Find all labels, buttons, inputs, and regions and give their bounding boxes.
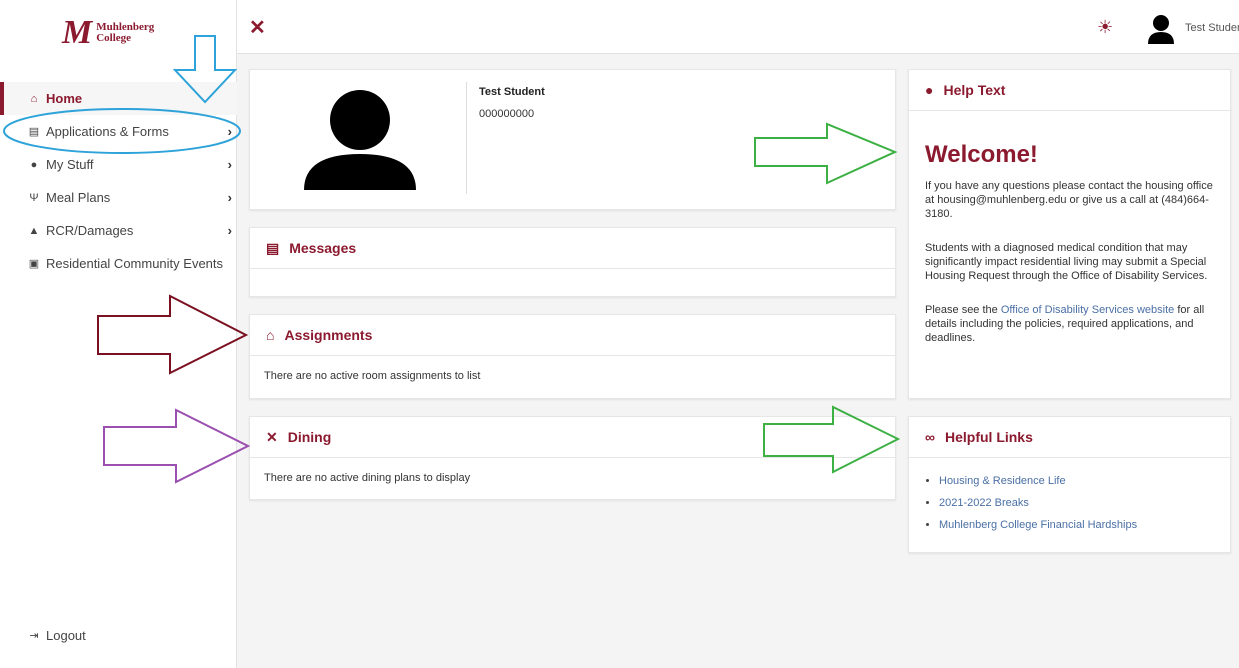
helpful-links-title: Helpful Links — [944, 429, 1033, 445]
dining-card: ✕ Dining There are no active dining plan… — [249, 416, 896, 500]
link-housing-residence-life[interactable]: Housing & Residence Life — [939, 470, 1230, 492]
help-paragraph-medical: Students with a diagnosed medical condit… — [925, 242, 1208, 282]
link-icon: ∞ — [925, 429, 935, 445]
profile-avatar — [304, 90, 416, 190]
sidebar-item-label: Meal Plans — [46, 190, 111, 205]
helpful-links-header: ∞ Helpful Links — [909, 417, 1230, 458]
logout-icon: ⇥ — [29, 630, 39, 642]
chevron-right-icon: › — [227, 124, 232, 139]
dining-title: Dining — [287, 429, 332, 445]
top-bar: ✕ ☀ Test Studer — [237, 0, 1239, 54]
messages-card: ▤ Messages — [249, 227, 896, 297]
welcome-heading: Welcome! — [925, 141, 1038, 168]
help-text-title: Help Text — [943, 82, 1006, 98]
assignments-empty-text: There are no active room assignments to … — [264, 370, 481, 382]
assignments-card: ⌂ Assignments There are no active room a… — [249, 314, 896, 399]
logo-mark: M — [62, 14, 93, 51]
sidebar-item-residential-community-events[interactable]: ▣ Residential Community Events — [0, 247, 237, 280]
user-menu-name[interactable]: Test Studer — [1185, 22, 1239, 34]
chevron-right-icon: › — [227, 190, 232, 205]
help-paragraph-contact: If you have any questions please contact… — [925, 180, 1213, 220]
link-breaks[interactable]: 2021-2022 Breaks — [939, 492, 1230, 514]
sidebar-item-label: Home — [46, 91, 83, 106]
helpful-links-list: Housing & Residence Life 2021-2022 Break… — [909, 458, 1230, 536]
college-logo[interactable]: M Muhlenberg College — [62, 14, 154, 51]
ticket-icon: ▣ — [28, 258, 40, 270]
home-icon: ⌂ — [30, 92, 38, 105]
profile-divider — [466, 82, 467, 194]
close-icon[interactable]: ✕ — [249, 15, 266, 40]
help-paragraph-disability: Please see the Office of Disability Serv… — [925, 304, 1205, 344]
chevron-right-icon: › — [227, 157, 232, 172]
profile-id: 000000000 — [479, 108, 535, 120]
utensils-icon: ✕ — [266, 428, 278, 445]
sidebar-item-rcr-damages[interactable]: ▲ RCR/Damages › — [0, 214, 237, 247]
user-icon: ● — [30, 158, 38, 171]
home-icon: ⌂ — [266, 327, 275, 343]
warning-icon: ▲ — [28, 224, 40, 237]
forms-icon: ▤ — [28, 126, 40, 138]
dining-header: ✕ Dining — [250, 417, 895, 458]
message-icon: ▤ — [266, 239, 280, 256]
logout-link[interactable]: ⇥ Logout — [27, 628, 86, 643]
info-icon: ● — [925, 82, 934, 98]
chevron-right-icon: › — [227, 223, 232, 238]
help-text-header: ● Help Text — [909, 70, 1230, 111]
logo-name-line2: College — [96, 32, 132, 44]
disability-services-link[interactable]: Office of Disability Services website — [1001, 304, 1174, 316]
utensils-icon: Ψ — [29, 191, 39, 204]
sidebar-item-meal-plans[interactable]: Ψ Meal Plans › — [0, 181, 237, 214]
sidebar-item-label: My Stuff — [46, 157, 94, 172]
sidebar-item-label: RCR/Damages — [46, 223, 134, 238]
link-financial-hardships[interactable]: Muhlenberg College Financial Hardships — [939, 514, 1230, 536]
sidebar: M Muhlenberg College ⌂ Home ▤ Applicatio… — [0, 0, 237, 668]
sidebar-item-applications-forms[interactable]: ▤ Applications & Forms › — [0, 115, 237, 148]
messages-title: Messages — [289, 240, 357, 256]
logout-label: Logout — [46, 628, 86, 643]
help-text-card: ● Help Text Welcome! If you have any que… — [908, 69, 1231, 399]
theme-toggle-icon[interactable]: ☀ — [1097, 17, 1113, 38]
assignments-header: ⌂ Assignments — [250, 315, 895, 356]
messages-header: ▤ Messages — [250, 228, 895, 269]
avatar[interactable] — [1147, 14, 1175, 44]
sidebar-item-my-stuff[interactable]: ● My Stuff › — [0, 148, 237, 181]
profile-name: Test Student — [479, 86, 545, 98]
helpful-links-card: ∞ Helpful Links Housing & Residence Life… — [908, 416, 1231, 553]
sidebar-item-label: Residential Community Events — [46, 256, 224, 271]
dining-empty-text: There are no active dining plans to disp… — [264, 472, 471, 484]
profile-card: Test Student 000000000 — [249, 69, 896, 210]
assignments-title: Assignments — [284, 327, 373, 343]
sidebar-item-home[interactable]: ⌂ Home — [0, 82, 237, 115]
sidebar-item-label: Applications & Forms — [46, 124, 169, 139]
sidebar-nav: ⌂ Home ▤ Applications & Forms › ● My Stu… — [0, 82, 237, 280]
